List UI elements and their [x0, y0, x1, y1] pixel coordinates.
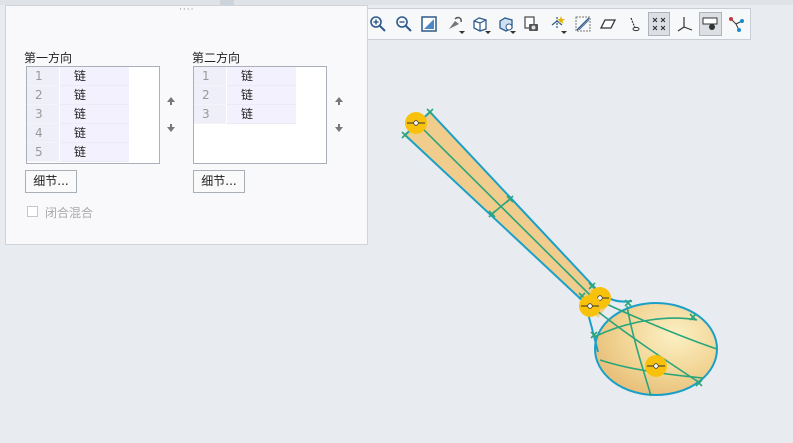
drag-handle[interactable] — [579, 295, 601, 317]
first-direction-label: 第一方向 — [24, 51, 73, 65]
row-index: 2 — [194, 86, 226, 105]
list-item[interactable]: 3链 — [27, 105, 159, 124]
drag-handle[interactable] — [645, 355, 667, 377]
list-item[interactable]: 2链 — [194, 86, 326, 105]
second-move-down-icon[interactable] — [333, 122, 345, 134]
list-item[interactable]: 1链 — [27, 67, 159, 86]
row-index: 1 — [194, 67, 226, 86]
row-index: 2 — [27, 86, 59, 105]
second-move-up-icon[interactable] — [333, 95, 345, 107]
row-value: 链 — [226, 86, 296, 105]
row-index: 4 — [27, 124, 59, 143]
list-item[interactable]: 4链 — [27, 124, 159, 143]
row-value: 链 — [59, 67, 129, 86]
closed-blend-label: 闭合混合 — [45, 206, 94, 220]
drag-handle[interactable] — [405, 112, 427, 134]
second-details-button[interactable]: 细节... — [193, 170, 245, 193]
row-value: 链 — [59, 86, 129, 105]
list-item[interactable]: 3链 — [194, 105, 326, 124]
row-value: 链 — [59, 124, 129, 143]
panel-grip[interactable]: ···· — [179, 6, 197, 15]
row-index: 5 — [27, 143, 59, 162]
first-details-button[interactable]: 细节... — [25, 170, 77, 193]
second-direction-label: 第二方向 — [192, 51, 241, 65]
row-index: 3 — [194, 105, 226, 124]
row-index: 1 — [27, 67, 59, 86]
row-value: 链 — [226, 67, 296, 86]
blend-references-panel: ···· 第一方向 1链 2链 3链 4链 5链 细节... 第二方向 1链 2… — [5, 5, 368, 245]
row-value: 链 — [226, 105, 296, 124]
first-move-down-icon[interactable] — [165, 122, 177, 134]
first-move-up-icon[interactable] — [165, 95, 177, 107]
list-item[interactable]: 2链 — [27, 86, 159, 105]
list-item[interactable]: 5链 — [27, 143, 159, 162]
first-direction-list[interactable]: 1链 2链 3链 4链 5链 — [26, 66, 160, 164]
second-direction-list[interactable]: 1链 2链 3链 — [193, 66, 327, 164]
list-item[interactable]: 1链 — [194, 67, 326, 86]
row-value: 链 — [59, 143, 129, 162]
row-value: 链 — [59, 105, 129, 124]
closed-blend-checkbox[interactable] — [27, 206, 38, 217]
row-index: 3 — [27, 105, 59, 124]
